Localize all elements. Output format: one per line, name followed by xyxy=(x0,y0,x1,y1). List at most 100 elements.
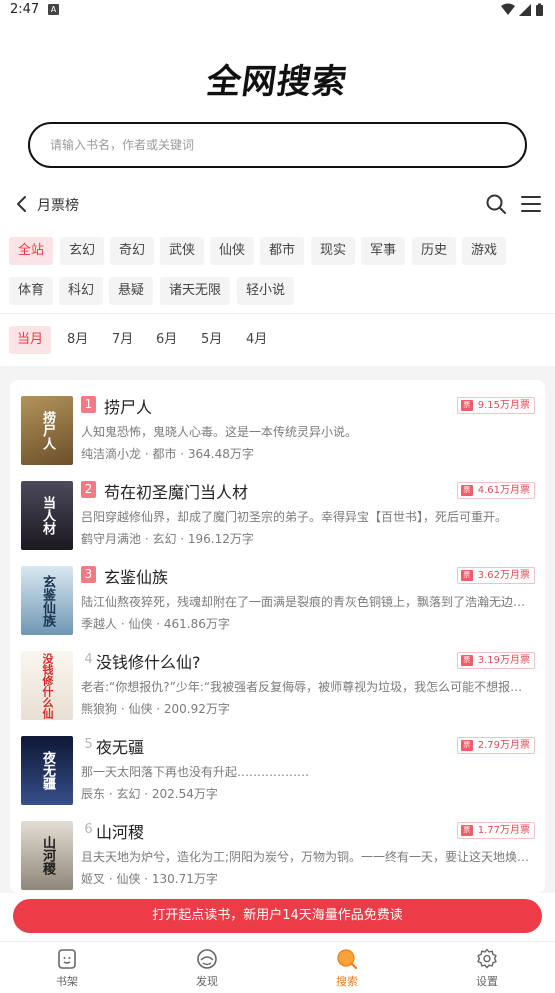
rank-badge: 2 xyxy=(81,481,96,498)
chip-xuanyi[interactable]: 悬疑 xyxy=(109,277,154,305)
ticket-icon: 票 xyxy=(460,655,473,666)
book-cover[interactable]: 玄鉴仙族 xyxy=(21,566,73,635)
tab-label: 书架 xyxy=(56,975,78,988)
notification-a-icon: A xyxy=(48,4,59,15)
tab-label: 发现 xyxy=(196,975,218,988)
month-may[interactable]: 5月 xyxy=(193,326,230,354)
ticket-icon: 票 xyxy=(460,740,473,751)
votes-label: 3.62万月票 xyxy=(477,570,530,581)
book-title[interactable]: 捞尸人 xyxy=(104,394,152,418)
book-meta: 熊狼狗 · 仙侠 · 200.92万字 xyxy=(81,702,230,716)
chip-zhutian-wuxian[interactable]: 诸天无限 xyxy=(160,277,231,305)
monthly-votes: 票 2.79万月票 xyxy=(456,737,535,754)
open-app-promo-button[interactable]: 打开起点读书，新用户14天海量作品免费读 xyxy=(13,899,542,933)
book-title[interactable]: 没钱修什么仙? xyxy=(96,649,201,673)
book-cover[interactable]: 山河稷 xyxy=(21,821,73,890)
book-meta: 季越人 · 仙侠 · 461.86万字 xyxy=(81,617,230,631)
month-current[interactable]: 当月 xyxy=(9,326,52,354)
rank-number: 4 xyxy=(84,652,93,667)
battery-icon xyxy=(536,3,543,16)
book-item-1[interactable]: 捞尸人 1 捞尸人 票 9.15万月票 人知鬼恐怖，鬼晓人心毒。这是一本传统灵异小… xyxy=(10,396,545,481)
book-description: 陆江仙熬夜猝死，残魂却附在了一面满是裂痕的青灰色铜镜上，飘落到了浩瀚无边的修仙世… xyxy=(81,595,531,609)
cover-title: 当人材 xyxy=(40,496,55,535)
cover-title: 山河稷 xyxy=(40,836,55,875)
chip-tiyu[interactable]: 体育 xyxy=(9,277,54,305)
chip-kehuan[interactable]: 科幻 xyxy=(59,277,104,305)
ticket-icon: 票 xyxy=(460,400,473,411)
votes-label: 2.79万月票 xyxy=(477,740,530,751)
book-description: 那一天太阳落下再也没有升起……………… xyxy=(81,765,310,779)
book-cover[interactable]: 当人材 xyxy=(21,481,73,550)
book-cover[interactable]: 没钱修什么仙 xyxy=(21,651,73,720)
chip-youxi[interactable]: 游戏 xyxy=(462,237,507,265)
bottom-tab-bar: 书架 发现 搜索 设置 xyxy=(0,941,555,993)
book-meta: 辰东 · 玄幻 · 202.54万字 xyxy=(81,787,218,801)
book-item-6[interactable]: 山河稷 6 山河稷 票 1.77万月票 且夫天地为炉兮，造化为工;阴阳为炭兮，万物… xyxy=(10,821,545,893)
book-item-4[interactable]: 没钱修什么仙 4 没钱修什么仙? 票 3.19万月票 老者:“你想报仇?”少年:“… xyxy=(10,651,545,736)
cover-title: 玄鉴仙族 xyxy=(40,574,55,627)
tab-settings[interactable]: 设置 xyxy=(447,948,527,993)
tab-label: 搜索 xyxy=(336,975,358,988)
status-bar: 2:47 A xyxy=(0,0,555,22)
votes-label: 1.77万月票 xyxy=(477,825,530,836)
search-input[interactable] xyxy=(50,124,510,166)
book-item-2[interactable]: 当人材 2 苟在初圣魔门当人材 票 4.61万月票 吕阳穿越修仙界，却成了魔门初圣… xyxy=(10,481,545,566)
bookshelf-icon xyxy=(58,949,76,969)
monthly-votes: 票 1.77万月票 xyxy=(456,822,535,839)
votes-label: 9.15万月票 xyxy=(477,400,530,411)
divider xyxy=(0,313,555,314)
book-title[interactable]: 山河稷 xyxy=(96,819,144,843)
book-title[interactable]: 苟在初圣魔门当人材 xyxy=(104,479,248,503)
menu-icon[interactable] xyxy=(520,194,542,214)
book-description: 人知鬼恐怖，鬼晓人心毒。这是一本传统灵异小说。 xyxy=(81,425,358,439)
search-box[interactable] xyxy=(28,122,527,168)
ticket-icon: 票 xyxy=(460,570,473,581)
signal-icon xyxy=(519,4,531,16)
page-title: 全网搜索 xyxy=(204,62,350,102)
tab-search[interactable]: 搜索 xyxy=(307,948,387,993)
cover-title: 没钱修什么仙 xyxy=(41,652,54,719)
chip-lishi[interactable]: 历史 xyxy=(412,237,457,265)
month-aug[interactable]: 8月 xyxy=(59,326,96,354)
book-meta: 纯洁滴小龙 · 都市 · 364.48万字 xyxy=(81,447,254,461)
back-chevron-icon[interactable] xyxy=(14,194,30,214)
month-jun[interactable]: 6月 xyxy=(148,326,185,354)
monthly-votes: 票 9.15万月票 xyxy=(456,397,535,414)
chip-wuxia[interactable]: 武侠 xyxy=(160,237,205,265)
ticket-icon: 票 xyxy=(460,825,473,836)
tab-label: 设置 xyxy=(476,975,498,988)
settings-icon xyxy=(477,948,497,969)
tab-bookshelf[interactable]: 书架 xyxy=(27,948,107,993)
book-description: 且夫天地为炉兮，造化为工;阴阳为炭兮，万物为铜。一一终有一天，要让这天地焕然一新… xyxy=(81,850,531,864)
discover-icon xyxy=(197,949,217,969)
month-apr[interactable]: 4月 xyxy=(238,326,275,354)
chip-qihuan[interactable]: 奇幻 xyxy=(110,237,155,265)
wifi-icon xyxy=(501,3,515,15)
chip-dushi[interactable]: 都市 xyxy=(260,237,305,265)
chip-xuanhuan[interactable]: 玄幻 xyxy=(60,237,105,265)
book-cover[interactable]: 捞尸人 xyxy=(21,396,73,465)
book-meta: 鹤守月满池 · 玄幻 · 196.12万字 xyxy=(81,532,254,546)
book-cover[interactable]: 夜无疆 xyxy=(21,736,73,805)
chip-xianxia[interactable]: 仙侠 xyxy=(210,237,255,265)
status-time: 2:47 xyxy=(10,2,40,17)
chip-all[interactable]: 全站 xyxy=(9,237,54,265)
month-jul[interactable]: 7月 xyxy=(104,326,141,354)
ticket-icon: 票 xyxy=(460,485,473,496)
search-icon[interactable] xyxy=(485,193,507,215)
rank-badge: 3 xyxy=(81,566,96,583)
rank-badge: 1 xyxy=(81,396,96,413)
book-description: 老者:“你想报仇?”少年:“我被强者反复侮辱，被师尊视为垃圾，我怎么可能不想报仇… xyxy=(81,680,531,694)
book-item-5[interactable]: 夜无疆 5 夜无疆 票 2.79万月票 那一天太阳落下再也没有升起……………… 辰… xyxy=(10,736,545,821)
book-item-3[interactable]: 玄鉴仙族 3 玄鉴仙族 票 3.62万月票 陆江仙熬夜猝死，残魂却附在了一面满是裂… xyxy=(10,566,545,651)
chip-xianshi[interactable]: 现实 xyxy=(311,237,356,265)
votes-label: 3.19万月票 xyxy=(477,655,530,666)
chip-junshi[interactable]: 军事 xyxy=(361,237,406,265)
book-description: 吕阳穿越修仙界，却成了魔门初圣宗的弟子。幸得异宝【百世书】，死后可重开。 xyxy=(81,510,508,524)
chip-qingxiaoshuo[interactable]: 轻小说 xyxy=(237,277,295,305)
book-title[interactable]: 玄鉴仙族 xyxy=(104,564,168,588)
tab-discover[interactable]: 发现 xyxy=(167,948,247,993)
nav-bar: 月票榜 xyxy=(0,186,555,222)
book-title[interactable]: 夜无疆 xyxy=(96,734,144,758)
monthly-votes: 票 3.62万月票 xyxy=(456,567,535,584)
